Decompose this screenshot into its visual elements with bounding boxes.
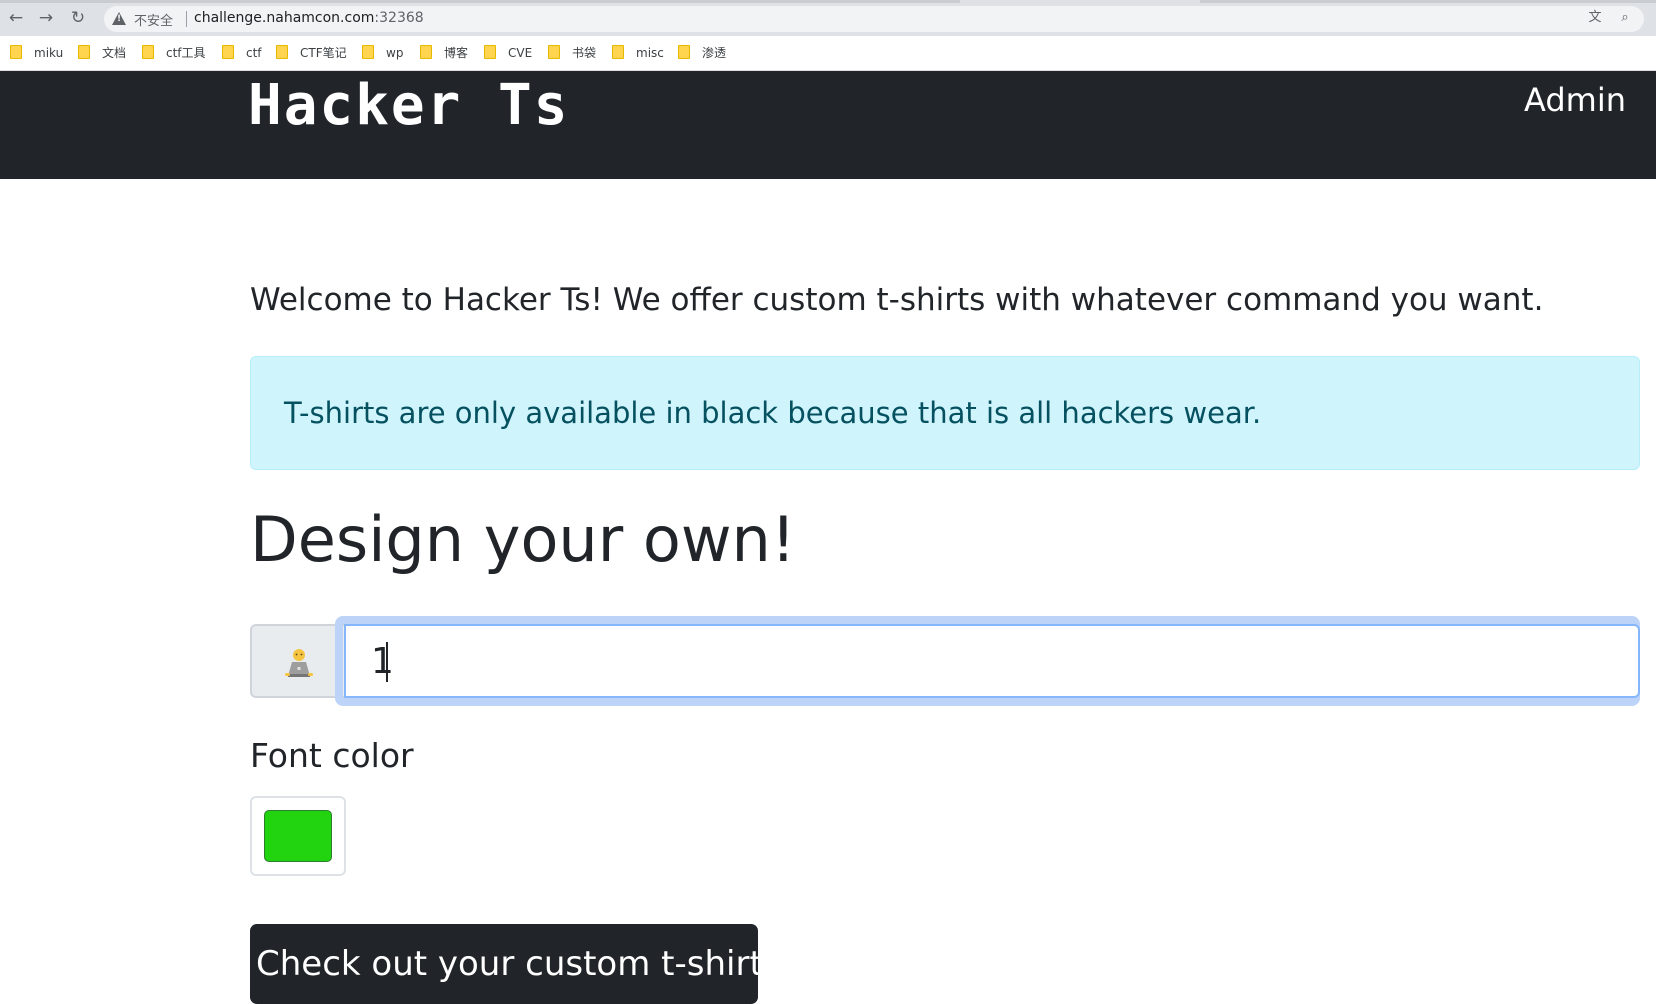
welcome-text: Welcome to Hacker Ts! We offer custom t-… — [250, 282, 1544, 318]
command-input-group — [250, 616, 1640, 706]
bookmark-label: 书袋 — [572, 46, 597, 60]
input-addon — [250, 624, 344, 698]
alert-text: T-shirts are only available in black bec… — [284, 396, 1262, 430]
bookmark-label: ctf工具 — [166, 46, 206, 60]
security-label: 不安全 — [134, 14, 174, 29]
folder-icon — [222, 45, 234, 59]
tab-strip-right — [1200, 0, 1656, 3]
folder-icon — [548, 45, 560, 59]
bookmark-label: ctf — [246, 46, 262, 60]
folder-icon — [678, 45, 690, 59]
url-port: :32368 — [374, 10, 424, 26]
bookmark-label: wp — [386, 46, 404, 60]
zoom-icon[interactable]: ⌕ — [1618, 11, 1632, 25]
folder-icon — [10, 45, 22, 59]
checkout-button[interactable]: Check out your custom t-shirt — [250, 924, 763, 1004]
bookmark-label: 博客 — [444, 46, 469, 60]
bookmark-ctf[interactable]: ctf — [222, 45, 262, 61]
font-color-label: Font color — [250, 736, 414, 775]
admin-link[interactable]: Admin — [1524, 75, 1626, 125]
url-text[interactable]: challenge.nahamcon.com:32368 — [194, 10, 424, 26]
bookmark-wp[interactable]: wp — [362, 45, 403, 61]
address-bar[interactable]: 不安全 challenge.nahamcon.com:32368 — [104, 6, 1644, 32]
text-caret — [386, 642, 388, 682]
site-navbar: Hacker Ts Admin — [0, 71, 1656, 179]
folder-icon — [362, 45, 374, 59]
reload-icon[interactable]: ↻ — [68, 8, 88, 28]
bookmark-label: miku — [34, 46, 64, 60]
bookmark-cve[interactable]: CVE — [484, 45, 532, 61]
bookmark-miku[interactable]: miku — [10, 45, 63, 61]
bookmark-bag[interactable]: 书袋 — [548, 45, 596, 61]
bookmark-label: CVE — [508, 46, 533, 60]
info-alert: T-shirts are only available in black bec… — [250, 356, 1640, 470]
browser-toolbar: ← → ↻ 不安全 challenge.nahamcon.com:32368 文… — [0, 0, 1656, 36]
color-swatch — [264, 810, 332, 862]
hacker-emoji-icon — [285, 649, 313, 677]
folder-icon — [420, 45, 432, 59]
bookmark-label: misc — [636, 46, 664, 60]
forward-icon[interactable]: → — [36, 8, 56, 28]
folder-icon — [276, 45, 288, 59]
bookmark-label: 渗透 — [702, 46, 727, 60]
bookmark-blog[interactable]: 博客 — [420, 45, 468, 61]
tab-strip — [0, 0, 960, 3]
folder-icon — [612, 45, 624, 59]
translate-icon[interactable]: 文 — [1588, 11, 1602, 25]
bookmark-label: 文档 — [102, 46, 127, 60]
page-title: Design your own! — [250, 503, 796, 576]
font-color-picker[interactable] — [250, 796, 346, 876]
address-separator — [186, 11, 187, 27]
folder-icon — [142, 45, 154, 59]
url-host: challenge.nahamcon.com — [194, 10, 375, 26]
bookmark-label: CTF笔记 — [300, 46, 347, 60]
bookmark-ctf-tools[interactable]: ctf工具 — [142, 45, 206, 61]
folder-icon — [78, 45, 90, 59]
bookmark-docs[interactable]: 文档 — [78, 45, 126, 61]
folder-icon — [484, 45, 496, 59]
command-input[interactable] — [344, 624, 1640, 698]
bookmark-pentest[interactable]: 渗透 — [678, 45, 726, 61]
back-icon[interactable]: ← — [6, 8, 26, 28]
warning-icon — [112, 12, 126, 25]
bookmark-ctf-notes[interactable]: CTF笔记 — [276, 45, 347, 61]
bookmark-misc[interactable]: misc — [612, 45, 664, 61]
brand-logo[interactable]: Hacker Ts — [248, 71, 569, 141]
bookmarks-bar: miku 文档 ctf工具 ctf CTF笔记 wp 博客 CVE 书袋 mis… — [0, 36, 1656, 71]
